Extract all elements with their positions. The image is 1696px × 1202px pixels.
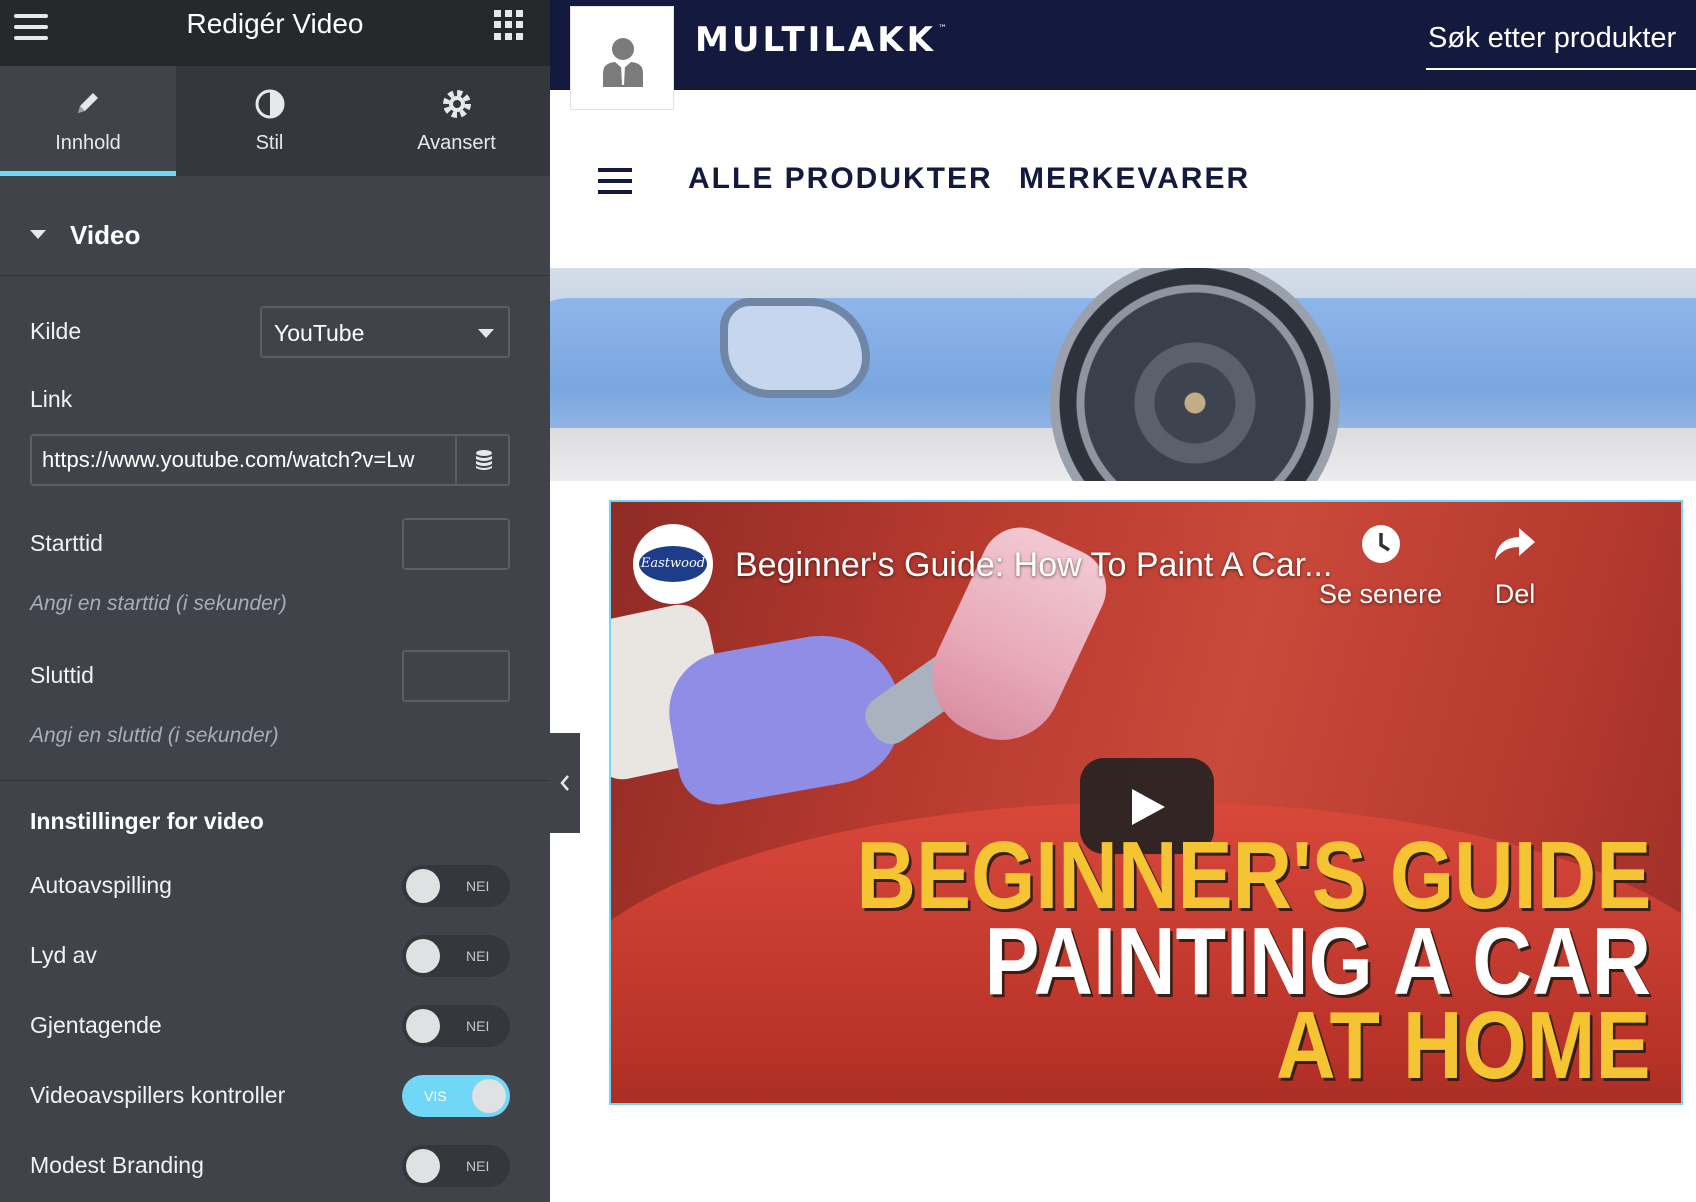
tab-content[interactable]: Innhold bbox=[0, 66, 176, 176]
collapse-panel-button[interactable] bbox=[550, 733, 580, 833]
modest-branding-label: Modest Branding bbox=[30, 1152, 204, 1178]
toggle-state: NEI bbox=[466, 948, 490, 964]
tab-style[interactable]: Stil bbox=[176, 66, 363, 176]
toggle-knob bbox=[406, 939, 440, 973]
tab-label: Innhold bbox=[55, 132, 121, 154]
half-circle-icon bbox=[254, 88, 286, 125]
site-preview: MULTILAKK ™ Søk etter produkter ALLE PROD… bbox=[550, 0, 1696, 1202]
play-icon bbox=[1132, 789, 1165, 825]
mute-toggle[interactable]: NEI bbox=[402, 935, 510, 977]
search-placeholder: Søk etter produkter bbox=[1428, 22, 1677, 54]
share-icon bbox=[1495, 528, 1535, 560]
link-label: Link bbox=[30, 386, 73, 412]
mute-label: Lyd av bbox=[30, 942, 97, 968]
toggle-state: NEI bbox=[466, 1018, 490, 1034]
player-controls-toggle[interactable]: VIS bbox=[402, 1075, 510, 1117]
user-icon bbox=[603, 38, 643, 87]
hero-wheel bbox=[1050, 268, 1340, 481]
caret-down-icon bbox=[30, 230, 46, 239]
nav-all-products[interactable]: ALLE PRODUKTER bbox=[688, 162, 993, 196]
source-select[interactable]: YouTube bbox=[260, 306, 510, 358]
toggle-knob bbox=[406, 869, 440, 903]
autoplay-label: Autoavspilling bbox=[30, 872, 172, 898]
nav-brands[interactable]: MERKEVARER bbox=[1019, 162, 1250, 196]
video-section-header[interactable]: Video bbox=[0, 196, 550, 276]
loop-label: Gjentagende bbox=[30, 1012, 162, 1038]
video-settings-title: Innstillinger for video bbox=[30, 808, 264, 834]
end-time-hint: Angi en sluttid (i sekunder) bbox=[30, 724, 279, 747]
site-header: MULTILAKK ™ Søk etter produkter bbox=[550, 0, 1696, 90]
autoplay-toggle[interactable]: NEI bbox=[402, 865, 510, 907]
section-title: Video bbox=[70, 220, 141, 250]
editor-panel: Redigér Video Innhold Stil Avansert Vide… bbox=[0, 0, 550, 1202]
toggle-state: VIS bbox=[424, 1088, 447, 1104]
chevron-down-icon bbox=[478, 329, 494, 338]
chevron-left-icon bbox=[560, 775, 569, 791]
database-icon bbox=[476, 450, 492, 470]
end-time-input[interactable] bbox=[402, 650, 510, 702]
widgets-grid-icon[interactable] bbox=[494, 10, 524, 40]
toggle-state: NEI bbox=[466, 1158, 490, 1174]
youtube-embed[interactable]: Eastwood Beginner's Guide: How To Paint … bbox=[609, 500, 1683, 1105]
menu-icon[interactable] bbox=[598, 168, 632, 194]
end-time-label: Sluttid bbox=[30, 662, 94, 688]
source-value: YouTube bbox=[274, 320, 365, 346]
modest-branding-toggle[interactable]: NEI bbox=[402, 1145, 510, 1187]
panel-title: Redigér Video bbox=[186, 8, 364, 39]
search-input[interactable]: Søk etter produkter bbox=[1426, 14, 1696, 70]
link-input[interactable] bbox=[30, 434, 455, 486]
watch-later-button[interactable]: Se senere bbox=[1319, 524, 1442, 610]
start-time-hint: Angi en starttid (i sekunder) bbox=[30, 592, 287, 615]
brand-logo[interactable]: MULTILAKK ™ bbox=[695, 20, 947, 60]
dynamic-tags-button[interactable] bbox=[455, 434, 510, 486]
start-time-input[interactable] bbox=[402, 518, 510, 570]
account-avatar[interactable] bbox=[570, 6, 674, 110]
hero-image bbox=[550, 268, 1696, 481]
source-label: Kilde bbox=[30, 318, 82, 344]
hero-fog-light bbox=[720, 298, 870, 398]
tab-label: Stil bbox=[255, 132, 284, 154]
main-nav: ALLE PRODUKTER MERKEVARER bbox=[550, 90, 1696, 268]
video-title[interactable]: Beginner's Guide: How To Paint A Car... bbox=[735, 546, 1332, 585]
pencil-icon bbox=[73, 88, 103, 123]
toggle-knob bbox=[472, 1079, 506, 1113]
tab-label: Avansert bbox=[417, 132, 496, 154]
panel-header: Redigér Video bbox=[0, 0, 550, 66]
loop-toggle[interactable]: NEI bbox=[402, 1005, 510, 1047]
panel-tabs: Innhold Stil Avansert bbox=[0, 66, 550, 176]
tab-advanced[interactable]: Avansert bbox=[363, 66, 550, 176]
player-controls-label: Videoavspillers kontroller bbox=[30, 1082, 286, 1108]
start-time-label: Starttid bbox=[30, 530, 103, 556]
channel-avatar[interactable]: Eastwood bbox=[633, 524, 713, 604]
share-label: Del bbox=[1494, 579, 1536, 609]
toggle-state: NEI bbox=[466, 878, 490, 894]
share-button[interactable]: Del bbox=[1493, 524, 1537, 610]
clock-icon bbox=[1361, 525, 1400, 563]
thumbnail-text-line: AT HOME bbox=[1276, 992, 1651, 1099]
channel-logo: Eastwood bbox=[639, 546, 707, 582]
toggle-knob bbox=[406, 1149, 440, 1183]
watch-later-label: Se senere bbox=[1319, 579, 1443, 609]
section-divider bbox=[0, 780, 550, 781]
toggle-knob bbox=[406, 1009, 440, 1043]
gear-icon bbox=[441, 88, 473, 125]
